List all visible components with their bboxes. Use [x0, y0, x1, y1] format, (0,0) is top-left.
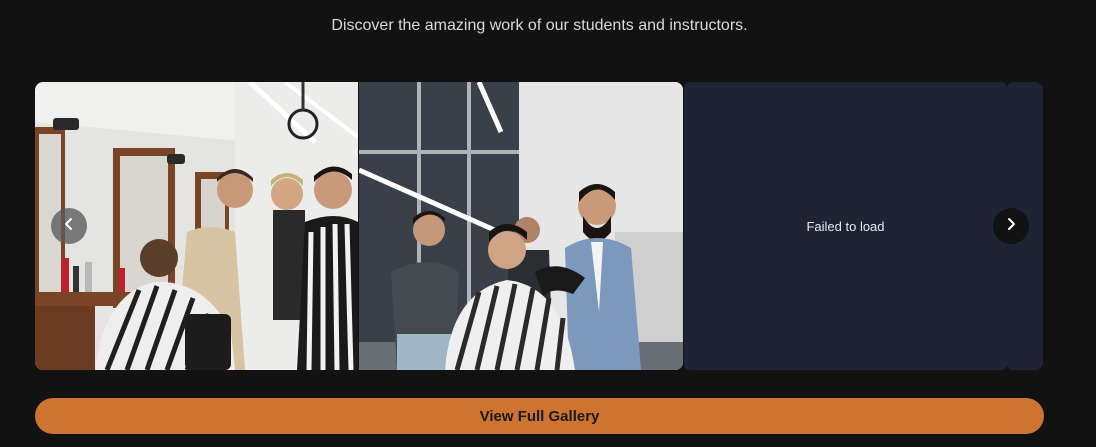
gallery-carousel: Failed to load	[35, 82, 1043, 370]
chevron-left-icon	[62, 217, 76, 236]
gallery-slide-error: Failed to load	[684, 82, 1007, 370]
view-full-gallery-button[interactable]: View Full Gallery	[35, 398, 1044, 434]
failed-to-load-message: Failed to load	[806, 218, 885, 234]
gallery-subtitle: Discover the amazing work of our student…	[331, 17, 748, 34]
chevron-right-icon	[1004, 217, 1018, 236]
gallery-section: Discover the amazing work of our student…	[0, 0, 1096, 447]
carousel-next-button[interactable]	[993, 208, 1029, 244]
carousel-prev-button[interactable]	[51, 208, 87, 244]
gallery-photo-instructor-demonstration[interactable]	[359, 82, 683, 370]
